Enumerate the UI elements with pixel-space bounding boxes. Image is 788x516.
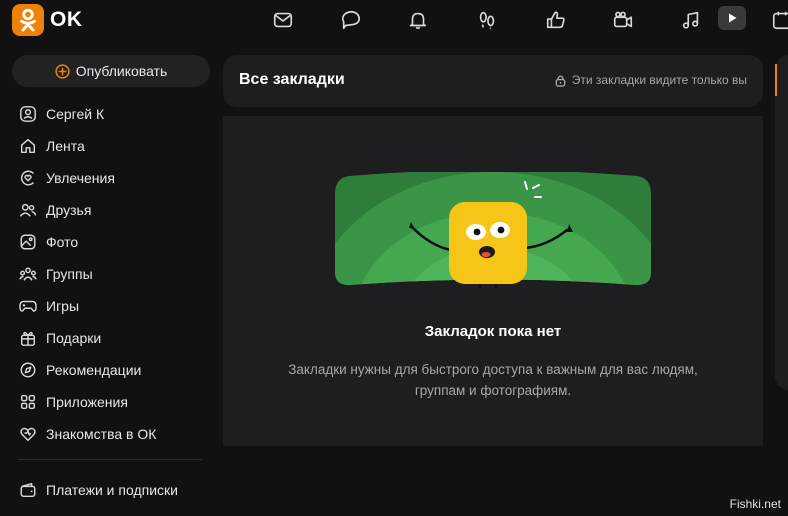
messages-icon[interactable] bbox=[271, 8, 295, 32]
publish-button[interactable]: Опубликовать bbox=[12, 55, 210, 87]
guests-icon[interactable] bbox=[475, 8, 499, 32]
sidebar-item-photos[interactable]: Фото bbox=[12, 227, 212, 257]
sidebar-item-label: Группы bbox=[46, 266, 93, 282]
empty-state-title: Закладок пока нет bbox=[424, 323, 562, 340]
sidebar-item-groups[interactable]: Группы bbox=[12, 259, 212, 289]
gift-icon bbox=[16, 326, 40, 350]
heart-icon bbox=[16, 422, 40, 446]
sidebar-item-label: Сергей К bbox=[46, 106, 105, 122]
sidebar-item-payments[interactable]: Платежи и подписки bbox=[12, 475, 212, 505]
sidebar-item-friends[interactable]: Друзья bbox=[12, 195, 212, 225]
sidebar-item-label: Друзья bbox=[46, 202, 92, 218]
publish-label: Опубликовать bbox=[75, 63, 168, 79]
sidebar-item-label: Лента bbox=[46, 138, 85, 154]
watermark: Fishki.net bbox=[729, 497, 781, 511]
page-title: Все закладки bbox=[239, 71, 345, 88]
photo-icon bbox=[16, 230, 40, 254]
plus-circle-icon bbox=[55, 63, 70, 79]
logo-text: OK bbox=[50, 8, 83, 31]
play-icon[interactable] bbox=[718, 6, 746, 30]
likes-icon[interactable] bbox=[544, 8, 568, 32]
bookmarks-header: Все закладки Эти закладки видите только … bbox=[223, 55, 763, 107]
wallet-icon bbox=[16, 478, 40, 502]
discussions-icon[interactable] bbox=[339, 8, 363, 32]
games-icon bbox=[16, 294, 40, 318]
top-bar: OK bbox=[0, 0, 788, 40]
sidebar-item-label: Платежи и подписки bbox=[46, 482, 178, 498]
right-column-accent bbox=[775, 64, 777, 96]
empty-state-description: Закладки нужны для быстрого доступа к ва… bbox=[288, 362, 698, 398]
sidebar-item-apps[interactable]: Приложения bbox=[12, 387, 212, 417]
music-icon[interactable] bbox=[679, 8, 703, 32]
user-icon bbox=[16, 102, 40, 126]
lock-icon bbox=[555, 74, 566, 87]
sidebar-item-recommendations[interactable]: Рекомендации bbox=[12, 355, 212, 385]
apps-icon bbox=[16, 390, 40, 414]
sidebar-item-label: Рекомендации bbox=[46, 362, 142, 378]
sidebar-divider bbox=[18, 459, 202, 460]
privacy-note-text: Эти закладки видите только вы bbox=[571, 73, 747, 87]
home-icon bbox=[16, 134, 40, 158]
sidebar-item-label: Подарки bbox=[46, 330, 102, 346]
hobbies-icon bbox=[16, 166, 40, 190]
sidebar-item-label: Игры bbox=[46, 298, 80, 314]
compass-icon bbox=[16, 358, 40, 382]
sidebar-item-label: Увлечения bbox=[46, 170, 115, 186]
sidebar-item-label: Знакомства в ОК bbox=[46, 426, 157, 442]
right-column bbox=[775, 55, 788, 390]
sidebar-item-feed[interactable]: Лента bbox=[12, 131, 212, 161]
sidebar-item-games[interactable]: Игры bbox=[12, 291, 212, 321]
groups-icon bbox=[16, 262, 40, 286]
privacy-note: Эти закладки видите только вы bbox=[554, 73, 747, 87]
friends-icon bbox=[16, 198, 40, 222]
sidebar-item-gifts[interactable]: Подарки bbox=[12, 323, 212, 353]
sidebar-item-label: Приложения bbox=[46, 394, 128, 410]
ok-logo-icon bbox=[12, 4, 44, 36]
video-icon[interactable] bbox=[611, 8, 635, 32]
sidebar-item-dating[interactable]: Знакомства в ОК bbox=[12, 419, 212, 449]
calendar-icon[interactable] bbox=[770, 8, 788, 32]
sidebar-item-label: Фото bbox=[46, 234, 79, 250]
sidebar-item-hobbies[interactable]: Увлечения bbox=[12, 163, 212, 193]
notifications-icon[interactable] bbox=[406, 8, 430, 32]
sidebar-item-profile[interactable]: Сергей К bbox=[12, 99, 212, 129]
ok-logo[interactable]: OK bbox=[12, 4, 83, 36]
empty-bookmarks-illustration bbox=[335, 172, 651, 288]
empty-state: Закладок пока нет Закладки нужны для быс… bbox=[223, 116, 763, 446]
